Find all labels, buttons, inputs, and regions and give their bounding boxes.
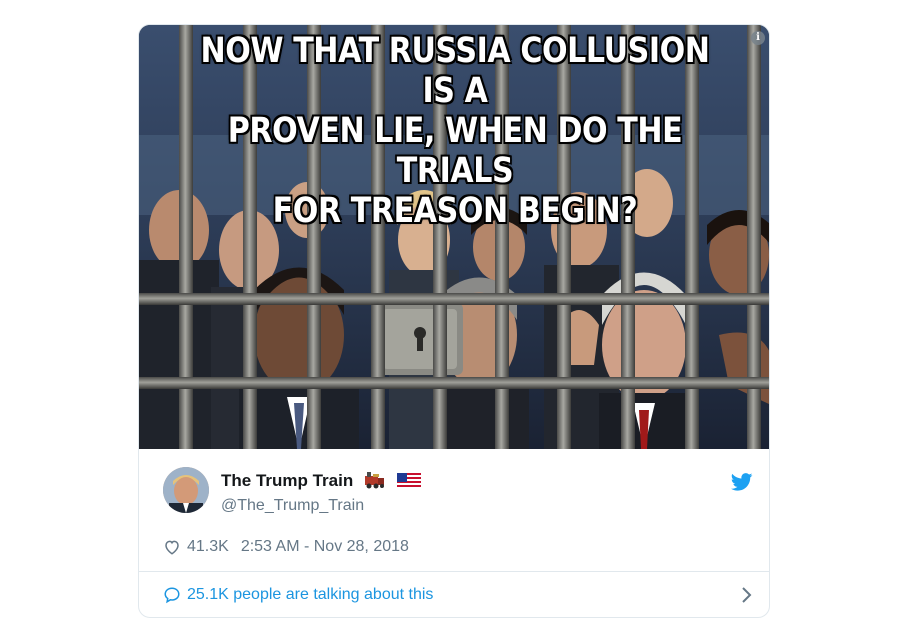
speech-bubble-icon: [164, 587, 180, 604]
tweet-meta: 41.3K 2:53 AM - Nov 28, 2018: [163, 535, 409, 559]
author-handle[interactable]: @The_Trump_Train: [221, 497, 364, 515]
timestamp[interactable]: 2:53 AM - Nov 28, 2018: [241, 538, 409, 556]
meme-caption: NOW THAT RUSSIA COLLUSION IS A PROVEN LI…: [200, 31, 710, 231]
author-name[interactable]: The Trump Train: [221, 471, 421, 494]
chevron-right-icon[interactable]: [741, 586, 753, 604]
divider: [139, 571, 769, 572]
twitter-bird-icon[interactable]: [731, 473, 753, 491]
info-icon[interactable]: i: [751, 31, 765, 45]
tweet-card[interactable]: NOW THAT RUSSIA COLLUSION IS A PROVEN LI…: [138, 24, 770, 618]
author-name-text: The Trump Train: [221, 471, 354, 490]
us-flag-emoji: [396, 473, 421, 494]
avatar[interactable]: [163, 467, 209, 513]
tweet-author[interactable]: The Trump Train @The_Trump_Train: [163, 465, 753, 521]
conversation-text: 25.1K people are talking about this: [187, 586, 434, 603]
avatar-image: [163, 467, 209, 513]
padlock: [377, 303, 463, 375]
tweet-media-image[interactable]: NOW THAT RUSSIA COLLUSION IS A PROVEN LI…: [139, 25, 769, 449]
like-count[interactable]: 41.3K: [187, 538, 229, 556]
conversation-link[interactable]: 25.1K people are talking about this: [163, 583, 753, 607]
heart-icon[interactable]: [163, 538, 181, 556]
train-emoji: [364, 471, 386, 494]
